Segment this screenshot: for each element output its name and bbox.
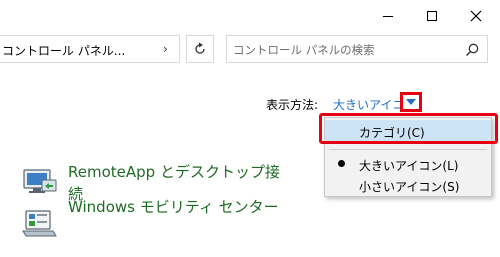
address-bar[interactable]: コントロール パネル... ›	[0, 35, 180, 63]
minimize-button[interactable]	[366, 0, 410, 32]
view-by-label: 表示方法:	[266, 98, 319, 112]
search-input[interactable]	[233, 41, 453, 59]
mobility-center-icon	[22, 210, 57, 237]
menu-item-large-icons[interactable]: 大きいアイコン(L)	[325, 153, 491, 175]
search-box[interactable]	[226, 35, 488, 63]
highlight-box	[319, 113, 498, 144]
item-label[interactable]: Windows モビリティ センター	[68, 197, 279, 218]
menu-separator	[329, 149, 487, 150]
maximize-icon	[427, 11, 437, 21]
menu-item-label: 小さいアイコン(S)	[359, 180, 460, 194]
selected-dot-icon	[338, 160, 345, 167]
title-bar	[0, 0, 500, 32]
minimize-icon	[383, 15, 393, 17]
menu-item-label: 大きいアイコン(L)	[359, 159, 459, 173]
chevron-right-icon[interactable]: ›	[163, 42, 168, 56]
close-button[interactable]	[454, 0, 498, 32]
refresh-icon	[195, 42, 205, 54]
search-icon[interactable]	[464, 42, 480, 58]
maximize-button[interactable]	[410, 0, 454, 32]
breadcrumb[interactable]: コントロール パネル...	[2, 42, 125, 59]
item-label[interactable]: RemoteApp とデスクトップ接	[68, 162, 280, 183]
remoteapp-icon	[23, 169, 57, 193]
menu-item-small-icons[interactable]: 小さいアイコン(S)	[325, 174, 491, 196]
view-by-dropdown-button[interactable]	[400, 92, 422, 112]
close-icon	[470, 10, 482, 22]
refresh-button[interactable]	[186, 35, 214, 63]
triangle-down-icon	[406, 99, 416, 105]
